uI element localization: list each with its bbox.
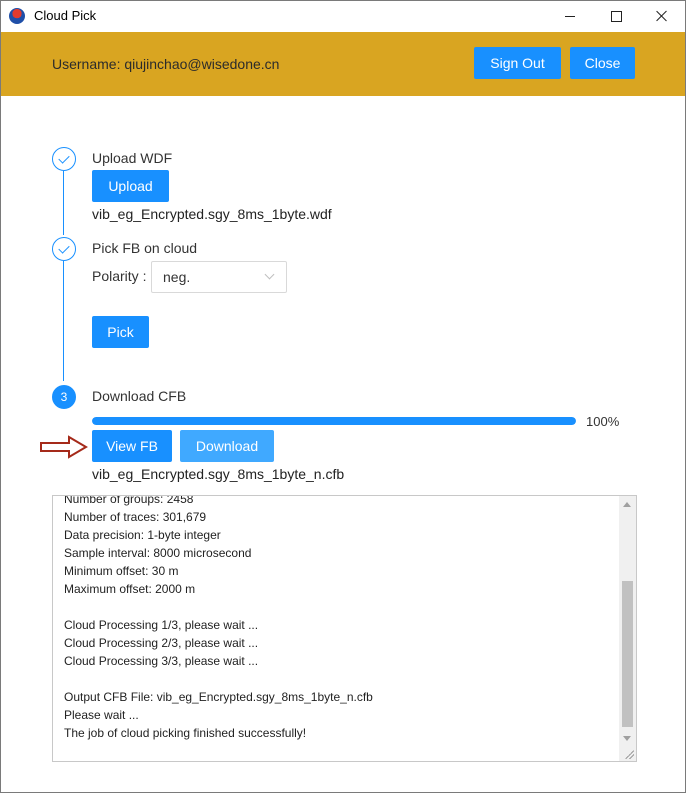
check-icon [58,241,70,254]
step-1-title: Upload WDF [92,150,173,166]
username-label: Username: qiujinchao@wisedone.cn [52,56,280,72]
polarity-label: Polarity : [92,268,147,284]
app-window: Cloud Pick Username: qiujinchao@wisedone… [0,0,686,793]
view-fb-button[interactable]: View FB [92,430,172,462]
output-file-name: vib_eg_Encrypted.sgy_8ms_1byte_n.cfb [92,466,345,482]
progress-fill [92,417,576,425]
step-3-number-circle: 3 [52,385,76,409]
title-bar[interactable]: Cloud Pick [1,1,685,31]
scrollbar-thumb[interactable] [622,581,633,727]
polarity-select[interactable]: neg. [151,261,287,293]
scroll-up-icon[interactable] [623,502,631,507]
download-button[interactable]: Download [180,430,274,462]
step-connector [63,171,64,235]
sign-out-button[interactable]: Sign Out [474,47,561,79]
window-title: Cloud Pick [34,8,97,23]
uploaded-file-name: vib_eg_Encrypted.sgy_8ms_1byte.wdf [92,206,332,222]
scroll-down-icon[interactable] [623,736,631,741]
log-scrollbar[interactable] [619,496,636,761]
close-icon [656,10,668,22]
minimize-icon [565,15,575,17]
resize-grip-icon[interactable] [624,749,634,759]
step-1-check-circle [52,147,76,171]
log-text: Number of groups: 2458 Number of traces:… [64,495,373,740]
user-header: Username: qiujinchao@wisedone.cn Sign Ou… [1,32,685,96]
polarity-value: neg. [163,269,191,285]
maximize-icon [610,10,622,22]
minimize-button[interactable] [547,1,593,31]
progress-percent: 100% [586,414,620,429]
download-progress-bar [92,417,576,425]
pick-button[interactable]: Pick [92,316,149,348]
chevron-down-icon [264,269,275,280]
step-2-title: Pick FB on cloud [92,240,198,256]
upload-button[interactable]: Upload [92,170,169,202]
step-2-check-circle [52,237,76,261]
log-textarea[interactable]: Number of groups: 2458 Number of traces:… [52,495,637,762]
app-icon [9,8,25,24]
window-close-button[interactable] [639,1,685,31]
maximize-button[interactable] [593,1,639,31]
step-3-title: Download CFB [92,388,187,404]
arrow-right-icon [40,435,88,459]
close-button[interactable]: Close [570,47,635,79]
step-connector [63,261,64,381]
check-icon [58,151,70,164]
